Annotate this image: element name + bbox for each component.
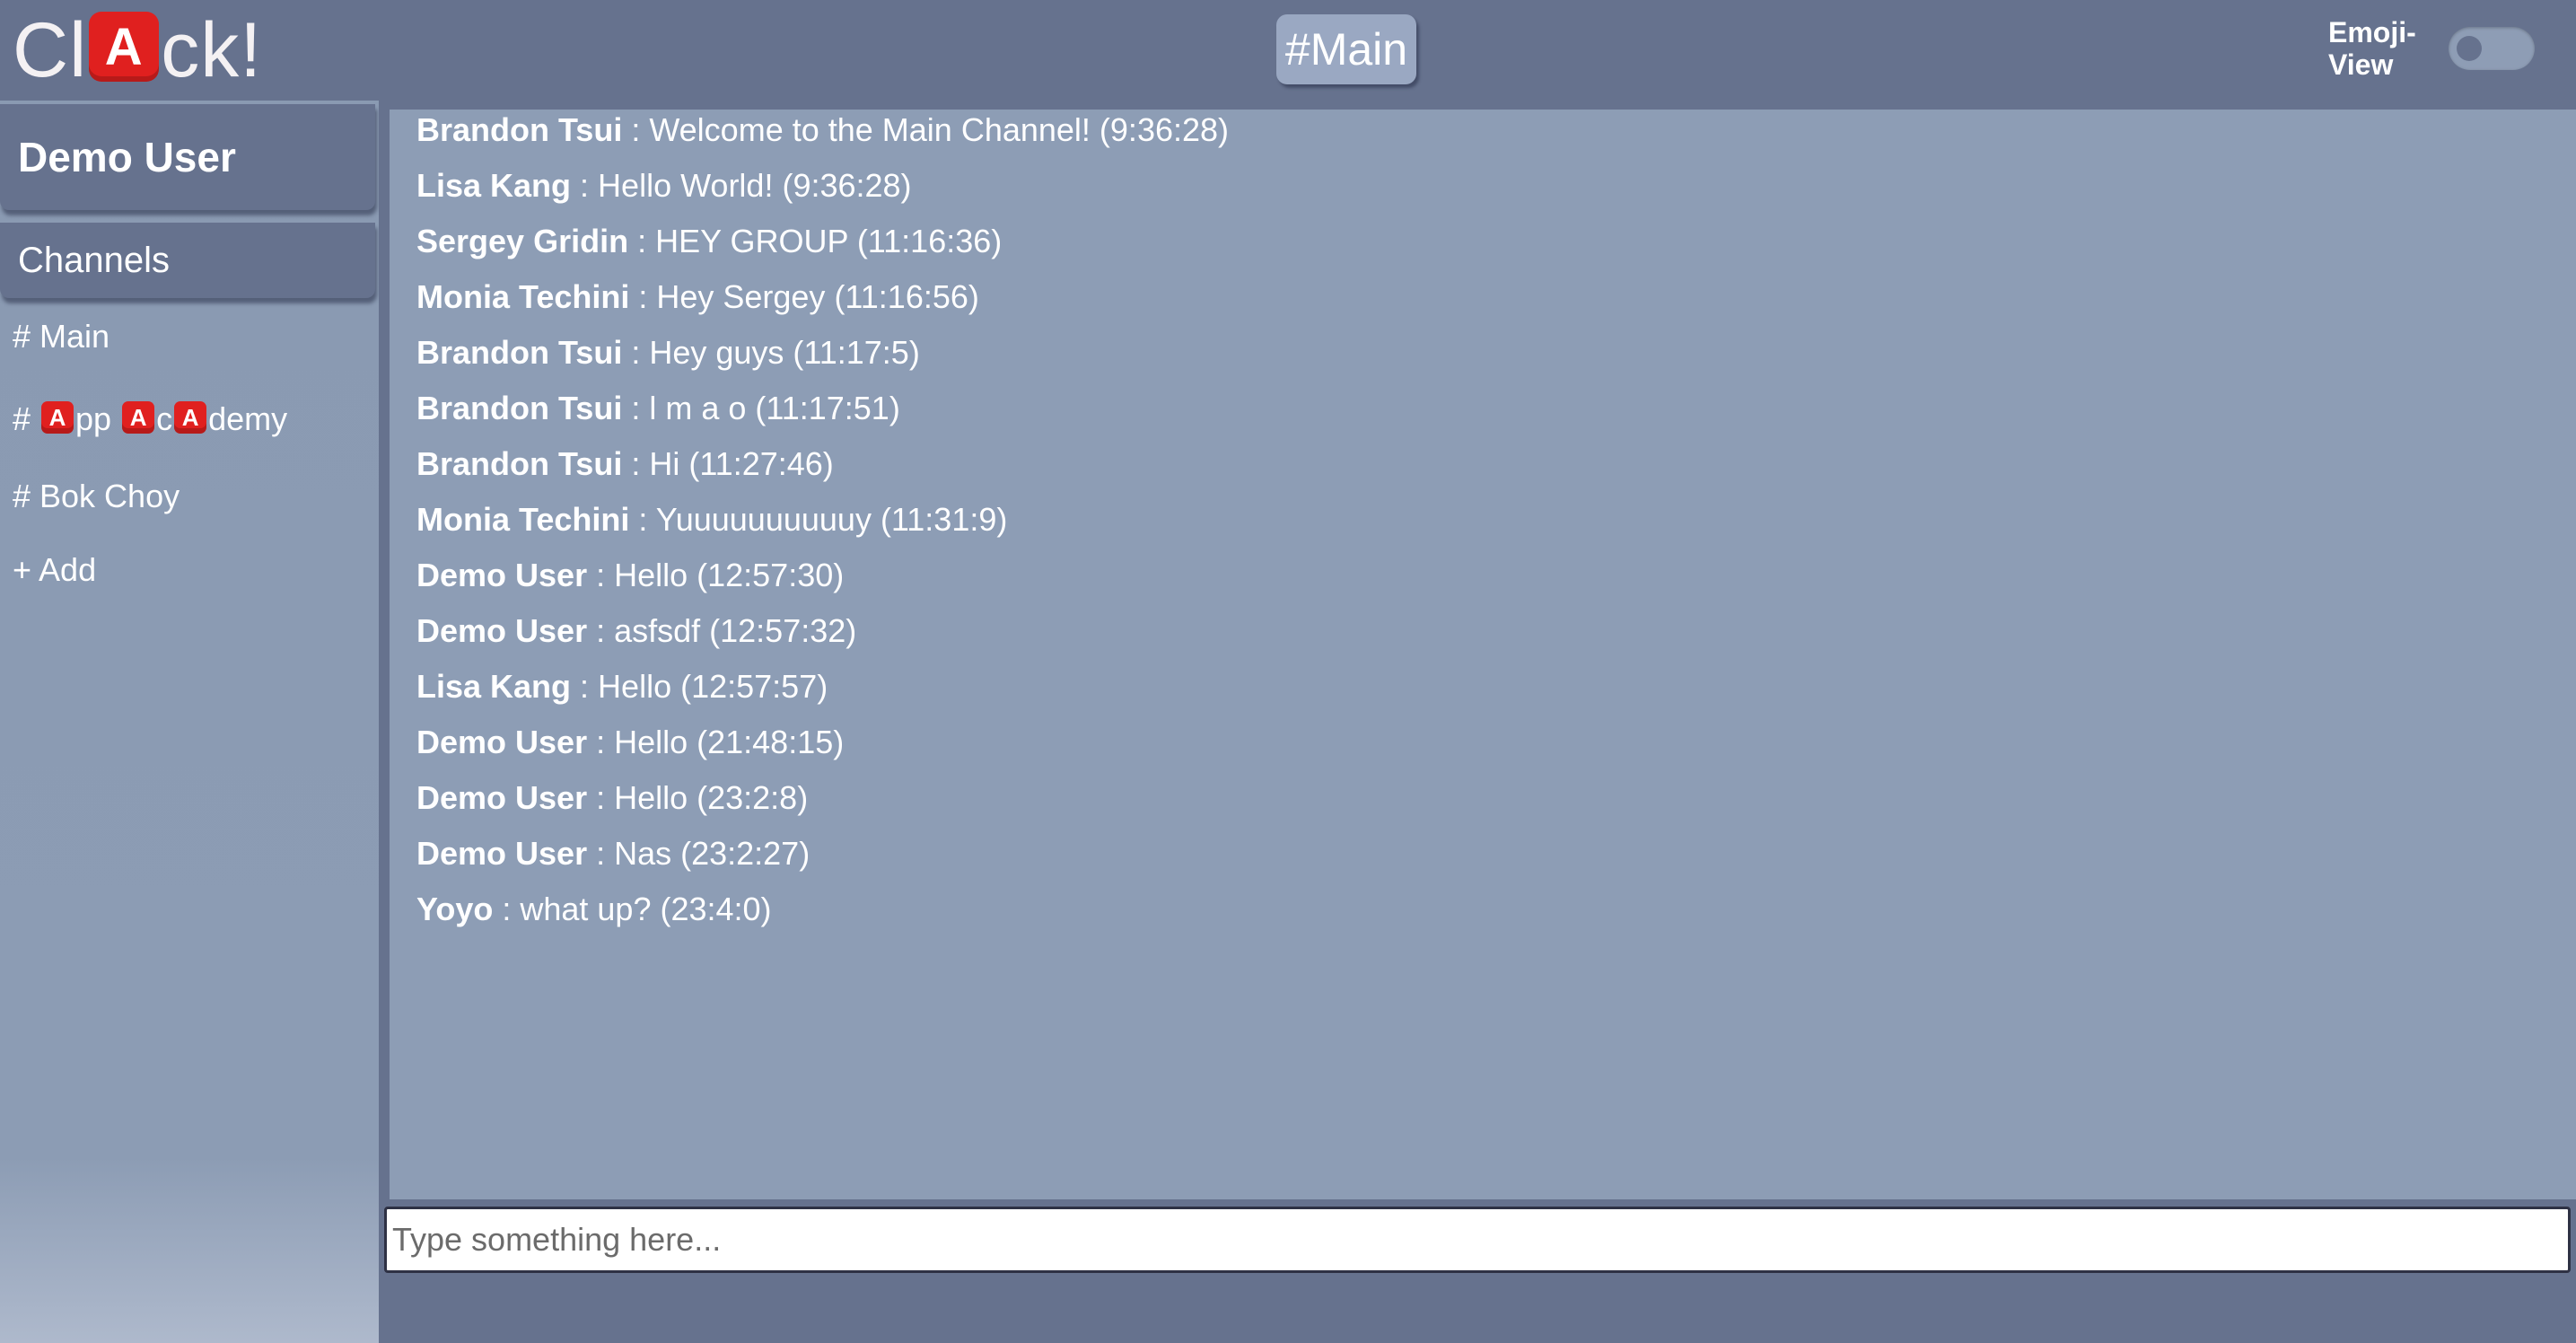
message-item: Sergey Gridin : HEY GROUP (11:16:36) [416,223,1002,260]
sidebar-item-label: # Bok Choy [13,478,180,514]
emoji-view-label-line2: View [2328,48,2394,81]
app-logo[interactable]: Cl A ck! [13,5,262,95]
message-text: : Hi (11:27:46) [622,445,834,482]
logo-text-suffix: ck! [161,6,263,93]
message-item: Demo User : asfsdf (12:57:32) [416,612,856,650]
channel-prefix: # [13,400,40,437]
composer-area [379,1199,2576,1343]
current-channel-title: #Main [1276,14,1416,84]
message-item: Demo User : Hello (12:57:30) [416,557,844,594]
message-author: Lisa Kang [416,167,572,204]
message-item: Demo User : Nas (23:2:27) [416,835,810,873]
message-author: Sergey Gridin [416,223,629,259]
channels-heading: Channels [0,223,375,298]
message-item: Brandon Tsui : Hi (11:27:46) [416,445,834,483]
message-list: Brandon Tsui : Welcome to the Main Chann… [390,110,2576,1199]
message-author: Demo User [416,557,588,593]
sidebar-item-app-academy[interactable]: # A pp A c A demy [13,400,287,438]
message-author: Yoyo [416,891,494,927]
message-author: Lisa Kang [416,668,572,705]
emoji-view-label: Emoji- View [2328,16,2427,81]
message-text: : Hey Sergey (11:16:56) [629,278,979,315]
message-text: : what up? (23:4:0) [493,891,772,927]
message-author: Monia Techini [416,278,630,315]
message-item: Brandon Tsui : Welcome to the Main Chann… [416,111,1229,149]
message-item: Brandon Tsui : l m a o (11:17:51) [416,390,900,427]
message-author: Demo User [416,724,588,760]
message-author: Brandon Tsui [416,334,623,371]
top-header: Cl A ck! #Main Emoji- View [0,0,2576,101]
channel-name-part: demy [208,400,288,437]
message-text: : Hello World! (9:36:28) [571,167,912,204]
message-text: : asfsdf (12:57:32) [587,612,857,649]
message-text: : Hello (12:57:30) [587,557,845,593]
message-input[interactable] [384,1207,2571,1273]
toggle-knob [2457,36,2482,61]
sidebar-item-bok-choy[interactable]: # Bok Choy [13,478,180,515]
message-item: Yoyo : what up? (23:4:0) [416,891,772,928]
message-item: Monia Techini : Yuuuuuuuuuuy (11:31:9) [416,501,1007,539]
message-text: : Yuuuuuuuuuuy (11:31:9) [629,501,1008,538]
message-author: Demo User [416,835,588,872]
message-text: : Nas (23:2:27) [587,835,810,872]
message-item: Demo User : Hello (23:2:8) [416,779,808,817]
letter-a-emoji-icon: A [41,401,74,434]
message-item: Brandon Tsui : Hey guys (11:17:5) [416,334,920,372]
sidebar-item-main[interactable]: # Main [13,318,110,356]
message-author: Brandon Tsui [416,111,623,148]
sidebar: Demo User Channels # Main # A pp A c A d… [0,101,379,1343]
message-text: : l m a o (11:17:51) [622,390,900,426]
message-item: Monia Techini : Hey Sergey (11:16:56) [416,278,979,316]
emoji-view-toggle[interactable] [2449,27,2535,70]
message-author: Demo User [416,612,588,649]
logo-text-prefix: Cl [13,6,88,93]
message-text: : HEY GROUP (11:16:36) [628,223,1003,259]
message-item: Lisa Kang : Hello World! (9:36:28) [416,167,912,205]
message-author: Demo User [416,779,588,816]
sidebar-item-label: # Main [13,318,110,355]
message-author: Monia Techini [416,501,630,538]
current-user-name: Demo User [0,104,375,210]
header-divider [379,101,2576,110]
channel-name-part: c [156,400,173,437]
message-text: : Hello (12:57:57) [571,668,828,705]
letter-a-emoji-icon: A [174,401,207,434]
sidebar-divider [379,101,390,1199]
emoji-view-label-line1: Emoji- [2328,16,2416,48]
letter-a-emoji-icon: A [122,401,155,434]
message-author: Brandon Tsui [416,390,623,426]
channel-name-part: pp [75,400,121,437]
message-item: Lisa Kang : Hello (12:57:57) [416,668,828,706]
add-channel-button[interactable]: + Add [13,551,96,589]
letter-a-emoji-icon: A [89,12,160,82]
message-text: : Hello (23:2:8) [587,779,809,816]
message-text: : Welcome to the Main Channel! (9:36:28) [622,111,1230,148]
message-item: Demo User : Hello (21:48:15) [416,724,844,761]
add-channel-label: + Add [13,551,97,588]
message-text: : Hello (21:48:15) [587,724,845,760]
message-author: Brandon Tsui [416,445,623,482]
message-text: : Hey guys (11:17:5) [622,334,920,371]
